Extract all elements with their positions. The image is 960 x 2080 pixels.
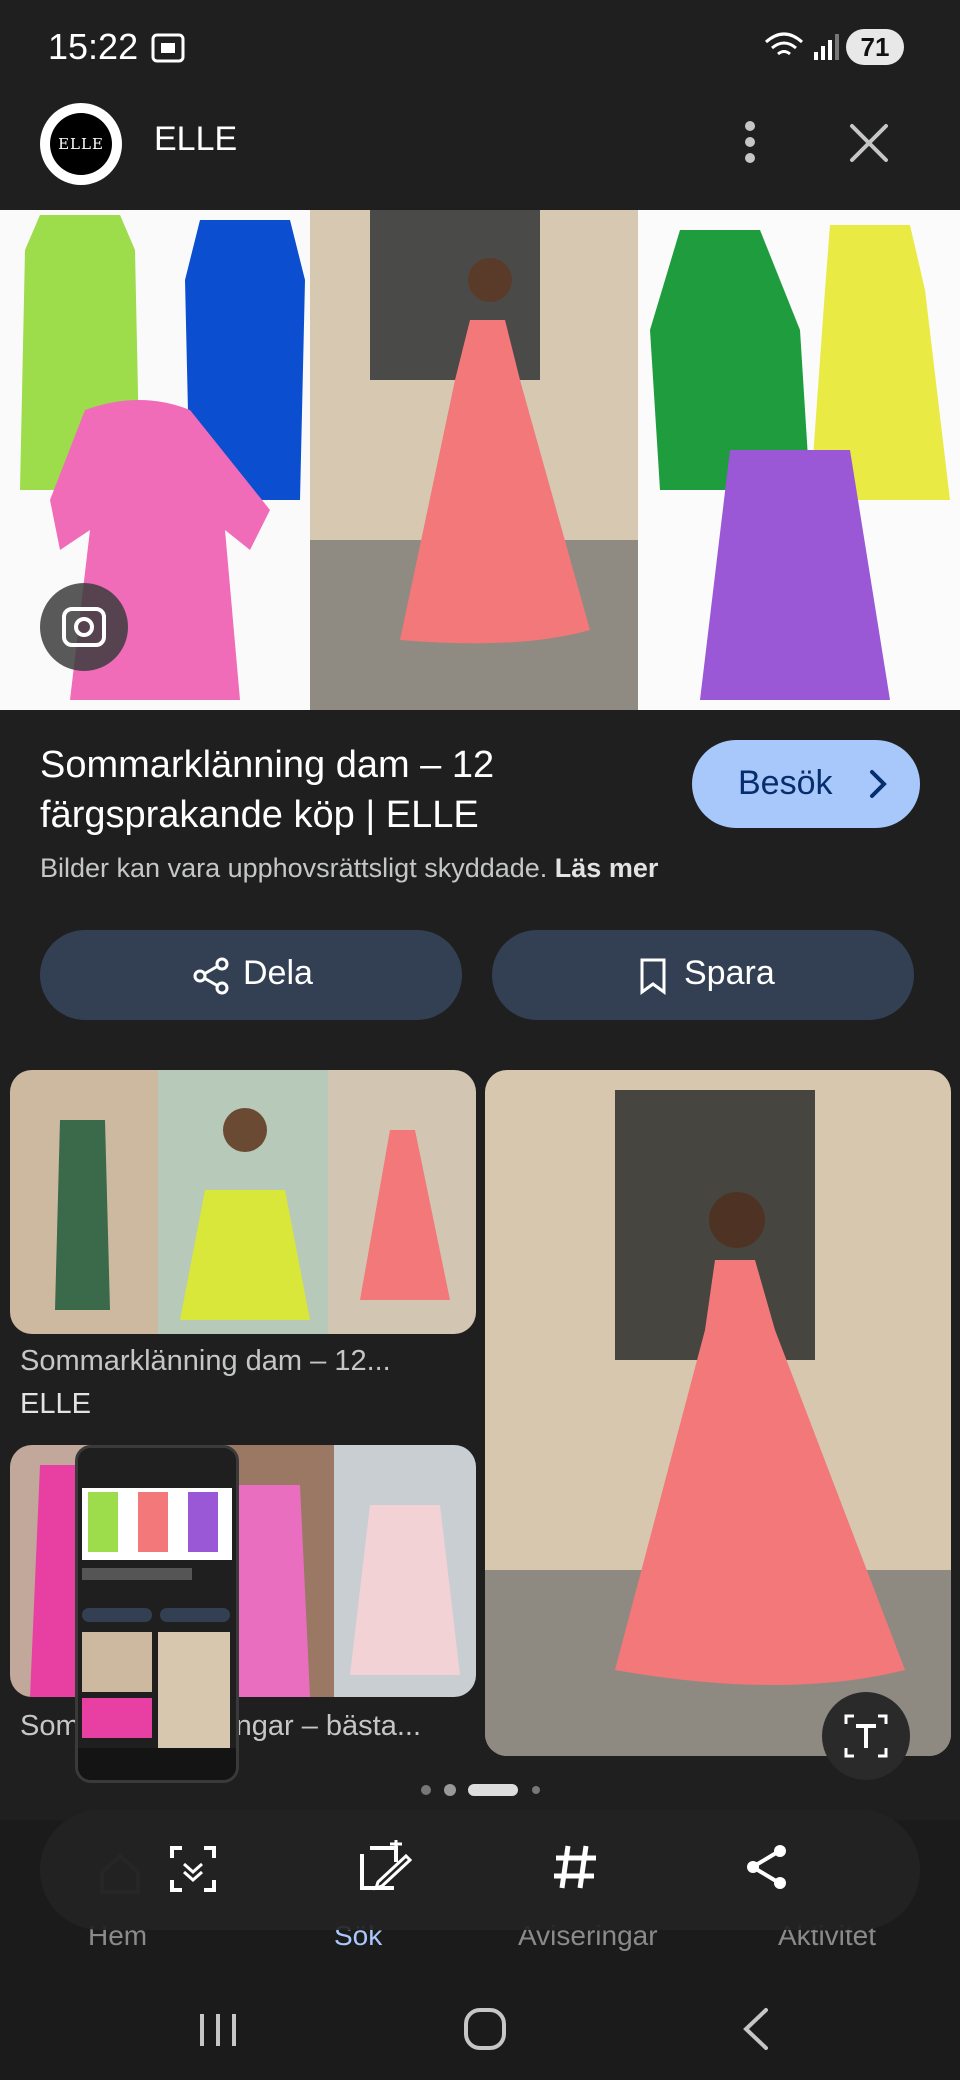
screenshot-preview-thumbnail[interactable] (75, 1445, 239, 1783)
screen-record-icon (151, 33, 185, 63)
read-more-link[interactable]: Läs mer (555, 853, 659, 883)
system-navigation-bar (0, 1990, 960, 2080)
share-label: Dela (243, 954, 313, 992)
dresses-collage-image (0, 210, 960, 710)
status-bar: 15:22 71 (0, 0, 960, 100)
text-select-icon (844, 1714, 888, 1758)
more-options-icon[interactable] (730, 118, 770, 166)
page-indicator (421, 1784, 540, 1796)
result-title-line2: färgsprakande köp | ELLE (40, 794, 479, 836)
result-title[interactable]: Sommarklänning dam – 12 färgsprakande kö… (40, 740, 660, 840)
back-icon[interactable] (740, 2006, 772, 2052)
related-title-2-head: Som (20, 1710, 80, 1742)
copyright-text: Bilder kan vara upphovsrättsligt skyddad… (40, 853, 548, 883)
related-title-2-tail: ngar – bästa... (235, 1710, 422, 1742)
logo-text: ELLE (50, 113, 112, 175)
signal-icon (814, 34, 839, 60)
wifi-icon (765, 32, 803, 56)
hero-image[interactable] (0, 210, 960, 710)
chevron-right-icon (870, 770, 887, 798)
pink-dress-photo (485, 1070, 951, 1756)
battery-indicator: 71 (846, 29, 904, 65)
recent-apps-icon[interactable] (196, 2008, 240, 2052)
share-button[interactable]: Dela (40, 930, 462, 1020)
clock: 15:22 (48, 26, 139, 67)
share-icon[interactable] (744, 1842, 790, 1892)
home-button-icon[interactable] (462, 2006, 508, 2052)
visit-button[interactable]: Besök (692, 740, 920, 828)
source-name: ELLE (154, 120, 238, 158)
screenshot-toolbar (40, 1810, 920, 1930)
close-icon[interactable] (846, 120, 892, 166)
edit-screenshot-icon[interactable] (356, 1838, 412, 1896)
save-label: Spara (684, 954, 775, 992)
related-title-1[interactable]: Sommarklänning dam – 12... (20, 1345, 391, 1378)
save-button[interactable]: Spara (492, 930, 914, 1020)
scan-icon[interactable] (168, 1844, 218, 1894)
lens-icon (62, 607, 106, 647)
bookmark-icon (640, 958, 666, 995)
related-collage-1 (10, 1070, 476, 1334)
source-logo[interactable]: ELLE (40, 103, 122, 185)
screenshot-thumbnail-image (78, 1448, 236, 1780)
copyright-notice: Bilder kan vara upphovsrättsligt skyddad… (40, 853, 658, 884)
share-icon (193, 957, 229, 995)
visit-label: Besök (738, 764, 833, 802)
related-image-3[interactable] (485, 1070, 951, 1756)
related-source-1: ELLE (20, 1388, 91, 1420)
result-title-line1: Sommarklänning dam – 12 (40, 744, 495, 786)
hashtag-icon[interactable] (552, 1842, 598, 1892)
lens-search-button[interactable] (40, 583, 128, 671)
related-image-1[interactable] (10, 1070, 476, 1334)
text-select-button[interactable] (822, 1692, 910, 1780)
